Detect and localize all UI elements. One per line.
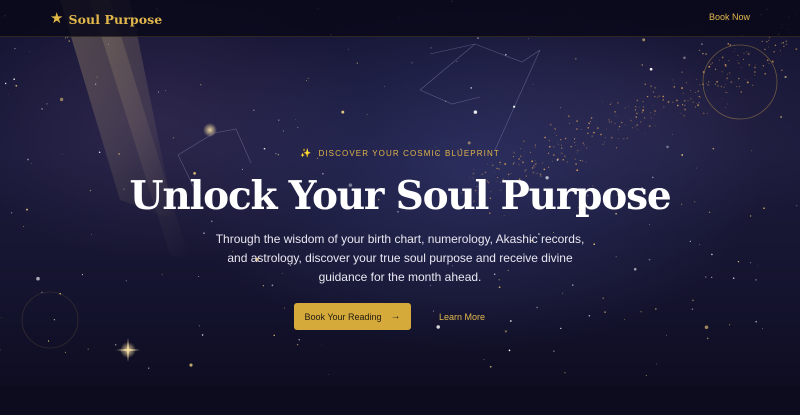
eyebrow-text: DISCOVER YOUR COSMIC BLUEPRINT bbox=[318, 149, 500, 158]
brand-logo[interactable]: ★ Soul Purpose bbox=[50, 11, 162, 27]
hero-section: ★ Soul Purpose Book Now ✨ DISCOVER YOUR … bbox=[0, 0, 800, 385]
star-icon: ★ bbox=[50, 10, 64, 27]
decorative-ring bbox=[702, 44, 778, 120]
book-your-reading-label: Book Your Reading bbox=[304, 311, 382, 322]
section-divider bbox=[0, 385, 800, 415]
hero-title: Unlock Your Soul Purpose bbox=[129, 173, 672, 219]
hero-subtitle: Through the wisdom of your birth chart, … bbox=[215, 232, 585, 284]
star-flare bbox=[116, 338, 140, 362]
bright-star-glow bbox=[203, 123, 217, 137]
eyebrow-tagline: ✨ DISCOVER YOUR COSMIC BLUEPRINT bbox=[0, 148, 800, 159]
top-navigation: ★ Soul Purpose Book Now bbox=[0, 0, 800, 37]
arrow-right-icon: → bbox=[390, 311, 401, 322]
book-now-link[interactable]: Book Now bbox=[709, 12, 750, 22]
brand-name: Soul Purpose bbox=[68, 11, 163, 27]
learn-more-link[interactable]: Learn More bbox=[439, 312, 485, 322]
decorative-ring bbox=[21, 291, 79, 349]
sparkles-icon: ✨ bbox=[300, 148, 313, 158]
book-your-reading-button[interactable]: Book Your Reading → bbox=[294, 303, 411, 330]
